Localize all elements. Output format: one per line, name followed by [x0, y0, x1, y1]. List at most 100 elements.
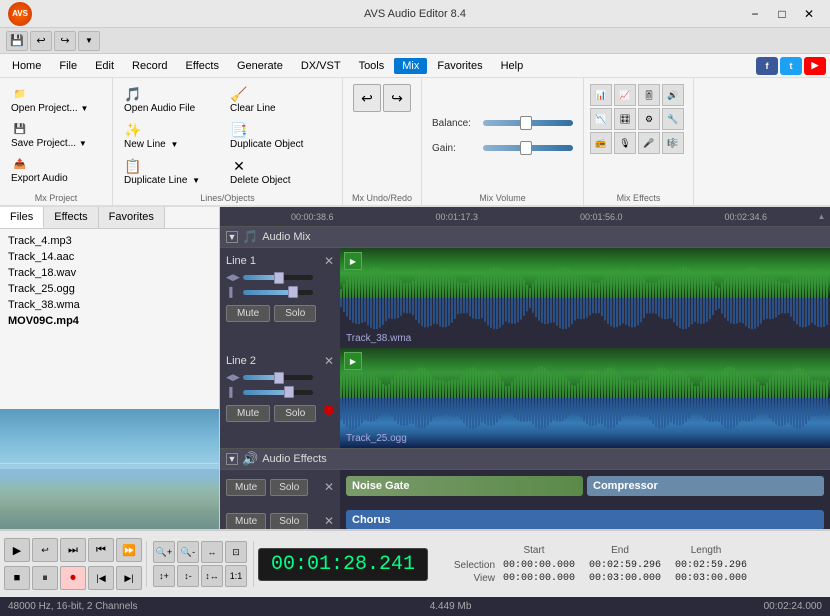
youtube-btn[interactable]: ▶ — [804, 57, 826, 75]
effect-1-close[interactable]: ✕ — [324, 480, 334, 494]
fx-icon-5[interactable]: 📉 — [590, 108, 612, 130]
line-2-close[interactable]: ✕ — [324, 354, 334, 368]
zoom-1-1[interactable]: 1:1 — [225, 565, 247, 587]
noise-gate-bar[interactable]: Noise Gate — [346, 476, 583, 496]
effect-2-close[interactable]: ✕ — [324, 514, 334, 528]
expand-icon[interactable]: ▼ — [226, 231, 238, 243]
audio-effects-header[interactable]: ▼ 🔊 Audio Effects — [220, 449, 830, 470]
line-1-vol-slider[interactable] — [243, 290, 313, 295]
file-item-1[interactable]: Track_4.mp3 — [4, 233, 215, 249]
effects-expand-icon[interactable]: ▼ — [226, 453, 238, 465]
line-2-mute[interactable]: Mute — [226, 405, 270, 422]
file-item-2[interactable]: Track_14.aac — [4, 249, 215, 265]
menu-record[interactable]: Record — [124, 58, 175, 74]
effect-2-solo[interactable]: Solo — [270, 513, 308, 530]
close-button[interactable]: ✕ — [796, 4, 822, 24]
compressor-bar[interactable]: Compressor — [587, 476, 824, 496]
duplicate-line-btn[interactable]: 📋 Duplicate Line ▼ — [119, 154, 219, 189]
record-btn[interactable]: ⏺ — [60, 566, 86, 590]
menu-home[interactable]: Home — [4, 58, 49, 74]
undo-btn[interactable]: ↩ — [353, 84, 381, 112]
balance-slider[interactable] — [483, 120, 573, 126]
minimize-button[interactable]: − — [742, 4, 768, 24]
loop-btn[interactable]: ↩ — [32, 538, 58, 562]
effect-1-mute[interactable]: Mute — [226, 479, 266, 496]
fx-icon-10[interactable]: 🎙 — [614, 132, 636, 154]
line-2-solo[interactable]: Solo — [274, 405, 316, 422]
line-2-vol-slider[interactable] — [243, 390, 313, 395]
menu-favorites[interactable]: Favorites — [429, 58, 490, 74]
fx-icon-12[interactable]: 🎼 — [662, 132, 684, 154]
menu-edit[interactable]: Edit — [87, 58, 122, 74]
qa-dropdown[interactable]: ▼ — [78, 31, 100, 51]
tab-favorites[interactable]: Favorites — [99, 207, 165, 228]
fx-icon-7[interactable]: ⚙ — [638, 108, 660, 130]
menu-mix[interactable]: Mix — [394, 58, 427, 74]
qa-undo[interactable]: ↩ — [30, 31, 52, 51]
stop-btn[interactable]: ■ — [4, 566, 30, 590]
play-btn[interactable]: ▶ — [4, 538, 30, 562]
duplicate-object-btn[interactable]: 📑 Duplicate Object — [225, 118, 335, 153]
file-item-5[interactable]: Track_38.wma — [4, 297, 215, 313]
line-1-pan-slider[interactable] — [243, 275, 313, 280]
next-btn[interactable]: ⏭ — [60, 538, 86, 562]
fx-icon-4[interactable]: 🔊 — [662, 84, 684, 106]
save-project-btn[interactable]: 💾 Save Project... ▼ — [6, 117, 106, 152]
line-1-mute[interactable]: Mute — [226, 305, 270, 322]
file-item-6[interactable]: MOV09C.mp4 — [4, 313, 215, 329]
fx-icon-9[interactable]: 📻 — [590, 132, 612, 154]
fx-icon-2[interactable]: 📈 — [614, 84, 636, 106]
zoom-fit-v[interactable]: ↕↔ — [201, 565, 223, 587]
zoom-sel-h[interactable]: ⊡ — [225, 541, 247, 563]
delete-object-btn[interactable]: ✕ Delete Object — [225, 154, 335, 189]
tab-files[interactable]: Files — [0, 207, 44, 228]
tab-effects[interactable]: Effects — [44, 207, 98, 228]
fx-icon-1[interactable]: 📊 — [590, 84, 612, 106]
goto-end-btn[interactable]: ▶| — [116, 566, 142, 590]
line-1-solo[interactable]: Solo — [274, 305, 316, 322]
chorus-bar[interactable]: Chorus — [346, 510, 824, 529]
menu-dxvst[interactable]: DX/VST — [293, 58, 349, 74]
menu-help[interactable]: Help — [493, 58, 532, 74]
file-item-3[interactable]: Track_18.wav — [4, 265, 215, 281]
open-project-btn[interactable]: 📁 Open Project... ▼ — [6, 82, 106, 117]
export-audio-btn[interactable]: 📤 Export Audio — [6, 152, 106, 187]
scroll-handle[interactable]: ▲ — [818, 212, 826, 221]
fx-icon-3[interactable]: 🎚 — [638, 84, 660, 106]
open-audio-file-btn[interactable]: 🎵 Open Audio File — [119, 82, 219, 117]
effect-2-controls: Mute Solo ✕ — [220, 504, 340, 529]
maximize-button[interactable]: □ — [769, 4, 795, 24]
qa-save[interactable]: 💾 — [6, 31, 28, 51]
zoom-out-v[interactable]: ↕- — [177, 565, 199, 587]
redo-btn[interactable]: ↪ — [383, 84, 411, 112]
fx-icon-11[interactable]: 🎤 — [638, 132, 660, 154]
goto-start-btn[interactable]: |◀ — [88, 566, 114, 590]
zoom-in-v[interactable]: ↕+ — [153, 565, 175, 587]
zoom-fit-h[interactable]: ↔ — [201, 541, 223, 563]
menu-tools[interactable]: Tools — [351, 58, 393, 74]
twitter-btn[interactable]: t — [780, 57, 802, 75]
audio-mix-header[interactable]: ▼ 🎵 Audio Mix — [220, 227, 830, 248]
menu-file[interactable]: File — [51, 58, 85, 74]
ff-btn[interactable]: ⏩ — [116, 538, 142, 562]
gain-slider[interactable] — [483, 145, 573, 151]
new-line-btn[interactable]: ✨ New Line ▼ — [119, 118, 219, 153]
prev-btn[interactable]: ⏮ — [88, 538, 114, 562]
line-2-pan-slider[interactable] — [243, 375, 313, 380]
file-item-4[interactable]: Track_25.ogg — [4, 281, 215, 297]
zoom-in-h[interactable]: 🔍+ — [153, 541, 175, 563]
effect-1-solo[interactable]: Solo — [270, 479, 308, 496]
fx-icon-8[interactable]: 🔧 — [662, 108, 684, 130]
qa-redo[interactable]: ↪ — [54, 31, 76, 51]
menu-effects[interactable]: Effects — [178, 58, 227, 74]
line-2-track[interactable]: Track_25.ogg ▶ — [340, 348, 830, 448]
effect-2-mute[interactable]: Mute — [226, 513, 266, 530]
pause-btn[interactable]: ⏸ — [32, 566, 58, 590]
clear-line-btn[interactable]: 🧹 Clear Line — [225, 82, 335, 117]
fx-icon-6[interactable]: 🎛 — [614, 108, 636, 130]
line-1-track[interactable]: Track_38.wma ▶ — [340, 248, 830, 348]
facebook-btn[interactable]: f — [756, 57, 778, 75]
line-1-close[interactable]: ✕ — [324, 254, 334, 268]
zoom-out-h[interactable]: 🔍- — [177, 541, 199, 563]
menu-generate[interactable]: Generate — [229, 58, 291, 74]
